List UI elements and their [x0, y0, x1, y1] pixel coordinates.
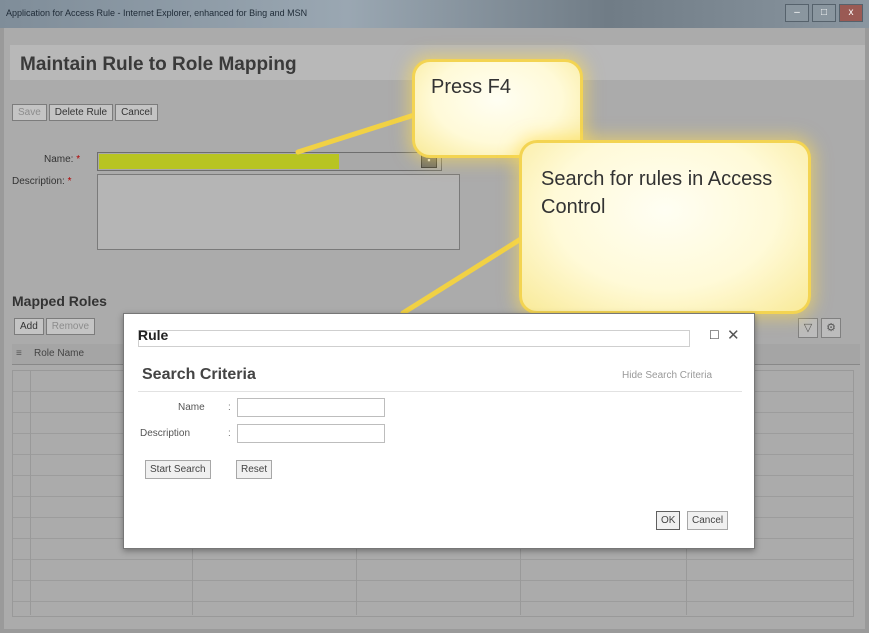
page-toolbar: Save Delete Rule Cancel	[12, 104, 160, 121]
required-indicator: *	[67, 176, 72, 187]
mapped-roles-title: Mapped Roles	[12, 293, 107, 309]
dialog-title-bar	[138, 330, 690, 347]
search-criteria-divider	[138, 391, 742, 392]
search-criteria-title: Search Criteria	[142, 366, 256, 383]
start-search-button[interactable]: Start Search	[145, 460, 211, 479]
callout-search-rules: Search for rules in Access Control	[519, 140, 811, 314]
dialog-name-input[interactable]	[237, 398, 385, 417]
required-indicator: *	[76, 154, 81, 165]
name-label: Name: *	[44, 154, 80, 165]
window-controls: – □ x	[785, 4, 863, 22]
name-field-highlight	[99, 154, 339, 169]
maximize-button[interactable]: □	[812, 4, 836, 22]
column-role-name[interactable]: Role Name	[34, 348, 84, 359]
close-icon[interactable]: ✕	[727, 326, 740, 344]
page-title: Maintain Rule to Role Mapping	[20, 54, 297, 75]
column-icon[interactable]: ≡	[16, 348, 22, 359]
window-close-button[interactable]: x	[839, 4, 863, 22]
name-label-text: Name:	[44, 154, 74, 165]
add-button[interactable]: Add	[14, 318, 44, 335]
dialog-description-input[interactable]	[237, 424, 385, 443]
callout-press-f4-text: Press F4	[431, 76, 512, 98]
delete-rule-button[interactable]: Delete Rule	[48, 104, 114, 121]
mapped-roles-toolbar: Add Remove	[14, 318, 97, 335]
description-label-text: Description:	[12, 176, 65, 187]
table-column-divider	[30, 370, 31, 615]
ok-button[interactable]: OK	[656, 511, 681, 530]
dialog-name-label: Name	[178, 402, 205, 413]
filter-icon[interactable]: ▽	[798, 318, 818, 338]
dialog-cancel-button[interactable]: Cancel	[687, 511, 729, 530]
colon: :	[228, 402, 231, 413]
minimize-button[interactable]: –	[785, 4, 809, 22]
description-textarea[interactable]	[97, 174, 460, 250]
window-title: Application for Access Rule - Internet E…	[6, 8, 308, 18]
colon: :	[228, 428, 231, 439]
rule-name-input[interactable]	[97, 152, 442, 171]
callout-search-rules-text: Search for rules in Access Control	[541, 168, 773, 218]
cancel-button[interactable]: Cancel	[115, 104, 159, 121]
reset-button[interactable]: Reset	[236, 460, 273, 479]
settings-icon[interactable]: ⚙	[821, 318, 841, 338]
dialog-description-label: Description	[140, 428, 191, 439]
dialog-title: Rule	[138, 327, 169, 343]
hide-search-criteria-link[interactable]: Hide Search Criteria	[622, 370, 712, 381]
save-button[interactable]: Save	[12, 104, 47, 121]
remove-button[interactable]: Remove	[45, 318, 96, 335]
description-label: Description: *	[12, 176, 72, 187]
restore-icon[interactable]: ☐	[709, 328, 720, 342]
table-tools: ▽ ⚙	[798, 318, 841, 338]
rule-search-dialog: Rule ☐ ✕ Search Criteria Hide Search Cri…	[123, 313, 755, 549]
window-titlebar: Application for Access Rule - Internet E…	[0, 0, 869, 28]
